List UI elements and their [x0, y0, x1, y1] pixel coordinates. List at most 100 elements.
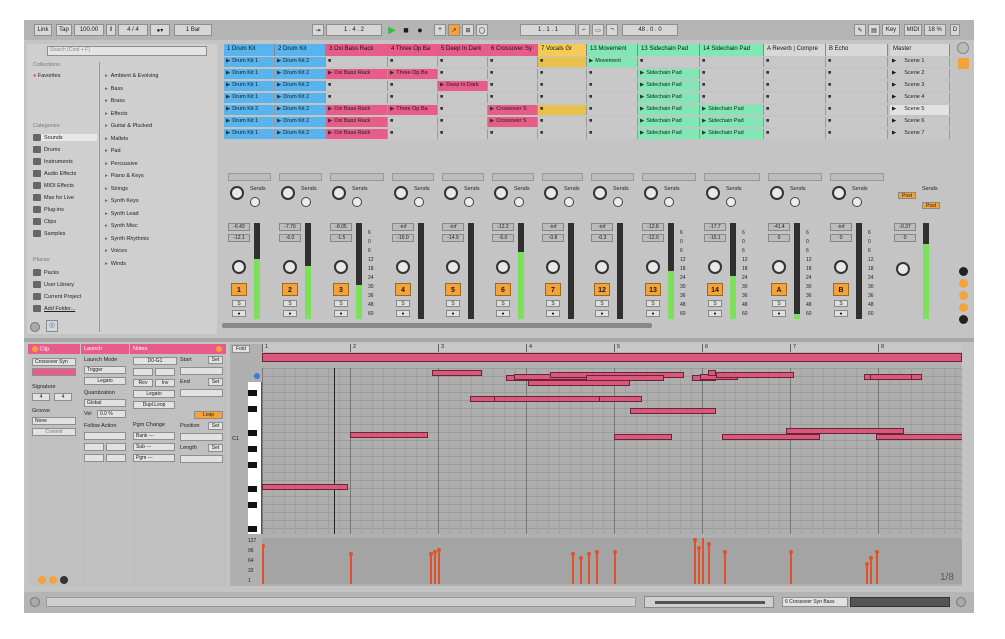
- pan-knob[interactable]: [646, 260, 660, 274]
- arm-button[interactable]: ●: [283, 310, 297, 317]
- volume-value[interactable]: -17.7: [704, 223, 726, 231]
- solo-button[interactable]: S: [446, 300, 460, 307]
- send-b-knob[interactable]: [726, 197, 736, 207]
- position-field[interactable]: [180, 433, 223, 441]
- clip-stop-icon[interactable]: ■: [766, 94, 769, 100]
- velocity-handle[interactable]: [349, 552, 353, 556]
- volume-value[interactable]: -6.43: [228, 223, 250, 231]
- clip-slot[interactable]: ■: [488, 57, 538, 67]
- clip-slot[interactable]: ■: [587, 105, 638, 115]
- follow-icon[interactable]: ⇥: [312, 24, 324, 36]
- velocity-handle[interactable]: [693, 538, 697, 542]
- pan-knob[interactable]: [232, 260, 246, 274]
- pan-knob[interactable]: [334, 260, 348, 274]
- browser-item[interactable]: ▸ Winds: [105, 261, 126, 267]
- sidebar-item-max-for-live[interactable]: Max for Live: [33, 194, 74, 201]
- scene-launch[interactable]: ▶ Scene 5: [890, 105, 950, 115]
- send-a-knob[interactable]: [770, 186, 784, 200]
- clip-slot[interactable]: ■: [538, 57, 587, 67]
- send-a-knob[interactable]: [544, 186, 558, 200]
- scene-play-icon[interactable]: ▶: [892, 130, 896, 136]
- track-activator-button[interactable]: 1: [231, 283, 247, 296]
- send-b-knob[interactable]: [464, 197, 474, 207]
- clip-slot[interactable]: ▶ Sidechain Pad: [700, 117, 764, 127]
- pan-knob[interactable]: [546, 260, 560, 274]
- black-key[interactable]: [248, 390, 257, 396]
- velocity-marker[interactable]: [693, 538, 697, 584]
- master-pan-value[interactable]: 0: [894, 234, 916, 242]
- clip-slot[interactable]: ■: [826, 81, 888, 91]
- master-pan-knob[interactable]: [896, 262, 910, 276]
- clip-slot[interactable]: ▶ Crossover S: [488, 117, 538, 127]
- play-icon[interactable]: ▶: [386, 24, 398, 36]
- notes-legato-button[interactable]: Legato: [133, 390, 175, 398]
- send-b-knob[interactable]: [414, 197, 424, 207]
- clip-slot[interactable]: ▶ Drum Kit 1: [224, 81, 275, 91]
- io-toggle-icon[interactable]: [959, 267, 968, 276]
- send-a-knob[interactable]: [281, 186, 295, 200]
- clip-stop-icon[interactable]: ■: [702, 94, 705, 100]
- device-chain-thumbnail[interactable]: [850, 597, 950, 607]
- clip-slot[interactable]: ■: [587, 129, 638, 139]
- start-field[interactable]: [180, 367, 223, 375]
- track-io-strip[interactable]: [442, 173, 484, 181]
- length-field[interactable]: [180, 455, 223, 463]
- clip-slot[interactable]: ■: [538, 69, 587, 79]
- signature-numerator[interactable]: 4: [32, 393, 50, 401]
- solo-button[interactable]: S: [396, 300, 410, 307]
- browser-item[interactable]: ▸ Strings: [105, 186, 128, 192]
- pan-value[interactable]: -14.9: [442, 234, 464, 242]
- track-activator-button[interactable]: 13: [645, 283, 661, 296]
- solo-button[interactable]: S: [708, 300, 722, 307]
- position-set-button[interactable]: Set: [208, 422, 223, 430]
- loop-icon[interactable]: ▭: [592, 24, 604, 36]
- scene-launch[interactable]: ▶ Scene 7: [890, 129, 950, 139]
- clip-play-icon[interactable]: ▶: [640, 94, 644, 100]
- beat-ruler[interactable]: 1 2 3 4 5 6 7 8: [262, 344, 962, 352]
- link-button[interactable]: Link: [34, 24, 52, 36]
- status-right-toggle-icon[interactable]: [956, 597, 966, 607]
- send-b-knob[interactable]: [852, 197, 862, 207]
- browser-item[interactable]: ▸ Ambient & Evolving: [105, 73, 158, 79]
- track-io-strip[interactable]: [228, 173, 271, 181]
- solo-button[interactable]: S: [546, 300, 560, 307]
- clip-stop-icon[interactable]: ■: [440, 94, 443, 100]
- follow-action-a[interactable]: [84, 443, 104, 451]
- velocity-field[interactable]: 0.0 %: [97, 410, 126, 418]
- piano-keyboard[interactable]: [248, 382, 262, 534]
- clip-stop-icon[interactable]: ■: [766, 82, 769, 88]
- transpose-down[interactable]: [155, 368, 175, 376]
- clip-slot[interactable]: ▶ Drum Kit 1: [224, 129, 275, 139]
- clip-box-toggle-icon[interactable]: [38, 576, 46, 584]
- sidebar-item-drums[interactable]: Drums: [33, 146, 60, 153]
- clip-stop-icon[interactable]: ■: [766, 70, 769, 76]
- transpose-up[interactable]: [133, 368, 153, 376]
- track-header[interactable]: 13 Movement: [587, 44, 638, 56]
- clip-stop-icon[interactable]: ■: [490, 70, 493, 76]
- browser-search-input[interactable]: Search (Cmd + F): [47, 46, 207, 56]
- clip-slot[interactable]: ▶ Drum Kit 1: [224, 117, 275, 127]
- clip-slot[interactable]: ■: [764, 57, 826, 67]
- overview-thumbnail[interactable]: [644, 596, 774, 608]
- clip-play-icon[interactable]: ▶: [226, 130, 230, 136]
- clip-play-icon[interactable]: ▶: [328, 118, 332, 124]
- length-set-button[interactable]: Set: [208, 444, 223, 452]
- nudge-icon[interactable]: ‖: [106, 24, 116, 36]
- velocity-handle[interactable]: [613, 550, 617, 554]
- clip-slot[interactable]: ■: [438, 57, 488, 67]
- velocity-handle[interactable]: [875, 550, 879, 554]
- browser-item[interactable]: ▸ Synth Rhythmic: [105, 236, 149, 242]
- pan-knob[interactable]: [595, 260, 609, 274]
- sidebar-item-clips[interactable]: Clips: [33, 218, 56, 225]
- clip-play-icon[interactable]: ▶: [226, 106, 230, 112]
- clip-stop-icon[interactable]: ■: [828, 82, 831, 88]
- clip-stop-icon[interactable]: ■: [766, 130, 769, 136]
- solo-button[interactable]: S: [334, 300, 348, 307]
- loop-brace[interactable]: [262, 353, 962, 362]
- clip-slot[interactable]: ■: [826, 117, 888, 127]
- clip-slot[interactable]: ■: [438, 129, 488, 139]
- velocity-marker[interactable]: [595, 550, 599, 584]
- clip-slot[interactable]: ▶ Drum Kit 2: [275, 117, 326, 127]
- legato-button[interactable]: Legato: [84, 377, 126, 385]
- place-item-packs[interactable]: Packs: [33, 269, 59, 276]
